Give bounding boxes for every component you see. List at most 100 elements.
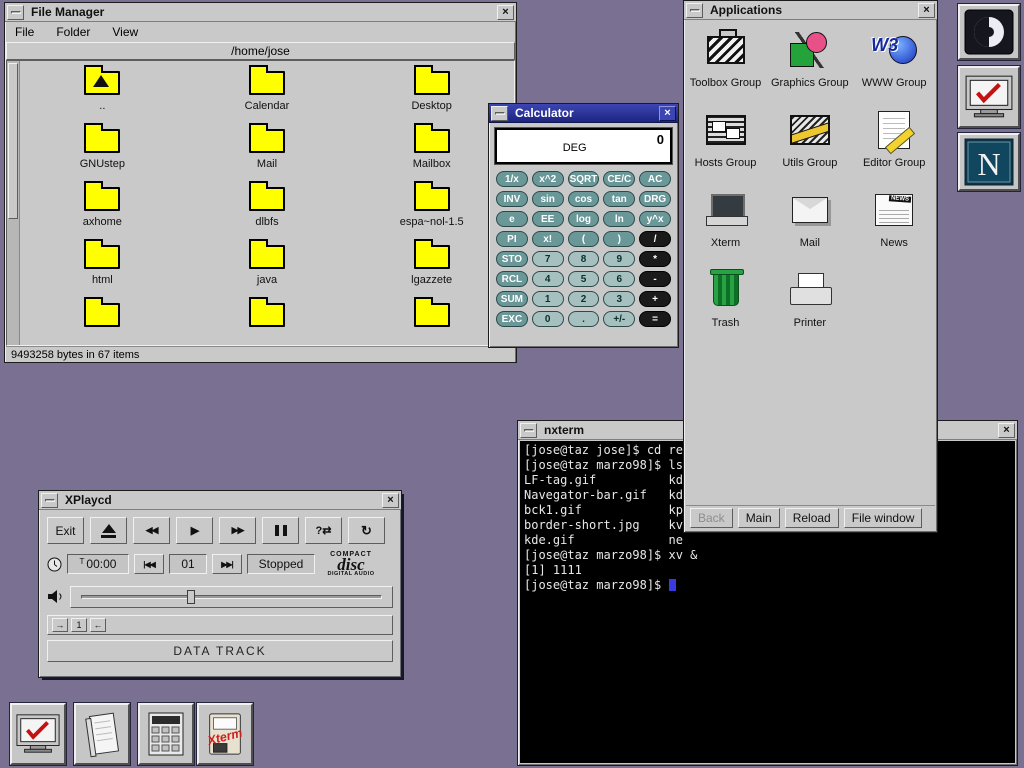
app-item-hosts-group[interactable]: Hosts Group xyxy=(684,106,767,184)
window-menu-icon[interactable] xyxy=(686,3,703,18)
folder-item-partial[interactable] xyxy=(20,299,185,345)
pause-button[interactable] xyxy=(262,517,299,544)
calc-key-log[interactable]: log xyxy=(568,211,600,227)
track-shift-right-button[interactable]: → xyxy=(52,618,68,632)
menu-folder[interactable]: Folder xyxy=(56,25,90,39)
calc-key-24[interactable]: * xyxy=(639,251,671,267)
calc-key-3[interactable]: 3 xyxy=(603,291,635,307)
app-item-printer[interactable]: Printer xyxy=(768,266,851,344)
menu-view[interactable]: View xyxy=(112,25,138,39)
previous-track-button[interactable]: |◀◀ xyxy=(134,554,164,574)
applications-titlebar[interactable]: Applications × xyxy=(684,1,937,20)
file-window-button[interactable]: File window xyxy=(844,508,923,528)
desktop-icon-wmaker[interactable] xyxy=(958,4,1020,60)
close-icon[interactable]: × xyxy=(918,3,935,18)
calc-key-4[interactable]: 4 xyxy=(532,271,564,287)
calc-key-cos[interactable]: cos xyxy=(568,191,600,207)
calc-key-rcl[interactable]: RCL xyxy=(496,271,528,287)
calc-key-e[interactable]: e xyxy=(496,211,528,227)
file-manager-titlebar[interactable]: File Manager × xyxy=(5,3,516,22)
desktop-icon-netscape[interactable]: N xyxy=(958,133,1020,191)
folder-item-java[interactable]: java xyxy=(185,241,350,299)
calc-key-sin[interactable]: sin xyxy=(532,191,564,207)
scrollbar-thumb[interactable] xyxy=(8,63,18,219)
calc-key-37[interactable]: . xyxy=(568,311,600,327)
calc-key-19[interactable]: / xyxy=(639,231,671,247)
folder-item-axhome[interactable]: axhome xyxy=(20,183,185,241)
track-list-item[interactable]: 1 xyxy=(71,618,87,632)
dock-icon-files[interactable] xyxy=(74,703,130,765)
folder-item-mail[interactable]: Mail xyxy=(185,125,350,183)
calc-key-0[interactable]: 0 xyxy=(532,311,564,327)
app-item-graphics-group[interactable]: Graphics Group xyxy=(768,26,851,104)
window-menu-icon[interactable] xyxy=(7,5,24,20)
calc-key-sto[interactable]: STO xyxy=(496,251,528,267)
desktop-icon-monitor[interactable] xyxy=(958,66,1020,128)
window-menu-icon[interactable] xyxy=(41,493,58,508)
calc-key-pi[interactable]: PI xyxy=(496,231,528,247)
calc-key-sum[interactable]: SUM xyxy=(496,291,528,307)
exit-button[interactable]: Exit xyxy=(47,517,84,544)
app-item-utils-group[interactable]: Utils Group xyxy=(768,106,851,184)
calc-key-18[interactable]: ) xyxy=(603,231,635,247)
app-item-editor-group[interactable]: Editor Group xyxy=(853,106,936,184)
app-item-xterm[interactable]: Xterm xyxy=(684,186,767,264)
window-menu-icon[interactable] xyxy=(491,106,508,121)
close-icon[interactable]: × xyxy=(497,5,514,20)
calc-key-29[interactable]: - xyxy=(639,271,671,287)
calc-key-38[interactable]: +/- xyxy=(603,311,635,327)
close-icon[interactable]: × xyxy=(998,423,1015,438)
folder-item-up[interactable]: .. xyxy=(20,67,185,125)
reload-button[interactable]: Reload xyxy=(785,508,839,528)
calc-key-inv[interactable]: INV xyxy=(496,191,528,207)
main-button[interactable]: Main xyxy=(738,508,780,528)
calc-key-17[interactable]: ( xyxy=(568,231,600,247)
calc-key-y-x[interactable]: y^x xyxy=(639,211,671,227)
volume-slider[interactable] xyxy=(81,595,382,599)
calc-key-ce-c[interactable]: CE/C xyxy=(603,171,635,187)
calc-key-x[interactable]: x! xyxy=(532,231,564,247)
folder-item-gnustep[interactable]: GNUstep xyxy=(20,125,185,183)
dock-icon-xterm[interactable]: Xterm xyxy=(197,703,253,765)
folder-item-partial[interactable] xyxy=(185,299,350,345)
calc-key-ee[interactable]: EE xyxy=(532,211,564,227)
folder-item-dlbfs[interactable]: dlbfs xyxy=(185,183,350,241)
vertical-scrollbar[interactable] xyxy=(7,61,20,345)
volume-slider-thumb[interactable] xyxy=(187,590,195,604)
calc-key-34[interactable]: + xyxy=(639,291,671,307)
dock-icon-monitor[interactable] xyxy=(10,703,66,765)
close-icon[interactable]: × xyxy=(382,493,399,508)
calc-key-7[interactable]: 7 xyxy=(532,251,564,267)
calc-key-9[interactable]: 9 xyxy=(603,251,635,267)
app-item-toolbox-group[interactable]: Toolbox Group xyxy=(684,26,767,104)
calc-key-ac[interactable]: AC xyxy=(639,171,671,187)
close-icon[interactable]: × xyxy=(659,106,676,121)
calc-key-1[interactable]: 1 xyxy=(532,291,564,307)
app-item-mail[interactable]: Mail xyxy=(768,186,851,264)
calc-key-39[interactable]: = xyxy=(639,311,671,327)
calc-key-tan[interactable]: tan xyxy=(603,191,635,207)
next-track-button[interactable]: ▶▶| xyxy=(212,554,242,574)
calc-key-x-2[interactable]: x^2 xyxy=(532,171,564,187)
calc-key-sqrt[interactable]: SQRT xyxy=(568,171,600,187)
calc-key-1-x[interactable]: 1/x xyxy=(496,171,528,187)
calc-key-drg[interactable]: DRG xyxy=(639,191,671,207)
app-item-news[interactable]: NEWSNews xyxy=(853,186,936,264)
calc-key-5[interactable]: 5 xyxy=(568,271,600,287)
xplaycd-titlebar[interactable]: XPlaycd × xyxy=(39,491,401,510)
folder-item-html[interactable]: html xyxy=(20,241,185,299)
app-item-trash[interactable]: Trash xyxy=(684,266,767,344)
calc-key-exc[interactable]: EXC xyxy=(496,311,528,327)
calc-key-ln[interactable]: ln xyxy=(603,211,635,227)
window-menu-icon[interactable] xyxy=(520,423,537,438)
loop-button[interactable]: ↻ xyxy=(348,517,385,544)
calc-key-2[interactable]: 2 xyxy=(568,291,600,307)
calc-key-6[interactable]: 6 xyxy=(603,271,635,287)
play-button[interactable]: ▶ xyxy=(176,517,213,544)
fast-forward-button[interactable]: ▶▶ xyxy=(219,517,256,544)
menu-file[interactable]: File xyxy=(15,25,34,39)
dock-icon-calculator[interactable] xyxy=(138,703,194,765)
calculator-titlebar[interactable]: Calculator × xyxy=(489,104,678,123)
folder-item-calendar[interactable]: Calendar xyxy=(185,67,350,125)
rewind-button[interactable]: ◀◀ xyxy=(133,517,170,544)
